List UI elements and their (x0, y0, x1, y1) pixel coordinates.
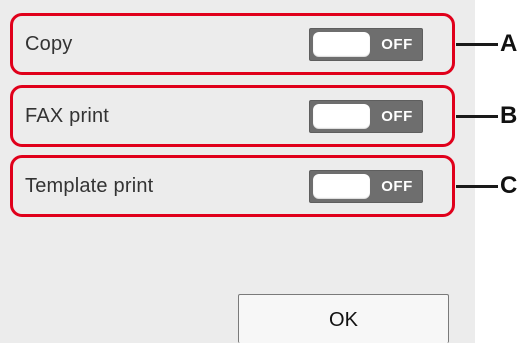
template-print-toggle[interactable]: OFF (309, 170, 423, 203)
toggle-knob (313, 104, 370, 129)
callout-label-a: A (500, 30, 518, 57)
ok-button[interactable]: OK (238, 294, 449, 343)
toggle-state-text: OFF (381, 178, 413, 195)
setting-label-copy: Copy (25, 32, 73, 55)
setting-label-template-print: Template print (25, 174, 154, 197)
setting-row-copy: Copy OFF (10, 13, 455, 75)
toggle-knob (313, 32, 370, 57)
callout-line-c (456, 185, 498, 188)
callout-line-b (456, 115, 498, 118)
toggle-knob (313, 174, 370, 199)
setting-label-fax-print: FAX print (25, 104, 110, 127)
toggle-state-text: OFF (381, 36, 413, 53)
setting-row-fax-print: FAX print OFF (10, 85, 455, 147)
settings-screen: Copy OFF FAX print OFF Template print OF… (0, 0, 475, 343)
callout-label-c: C (500, 172, 518, 199)
callout-label-b: B (500, 102, 518, 129)
callout-line-a (456, 43, 498, 46)
toggle-state-text: OFF (381, 108, 413, 125)
copy-toggle[interactable]: OFF (309, 28, 423, 61)
setting-row-template-print: Template print OFF (10, 155, 455, 217)
fax-print-toggle[interactable]: OFF (309, 100, 423, 133)
